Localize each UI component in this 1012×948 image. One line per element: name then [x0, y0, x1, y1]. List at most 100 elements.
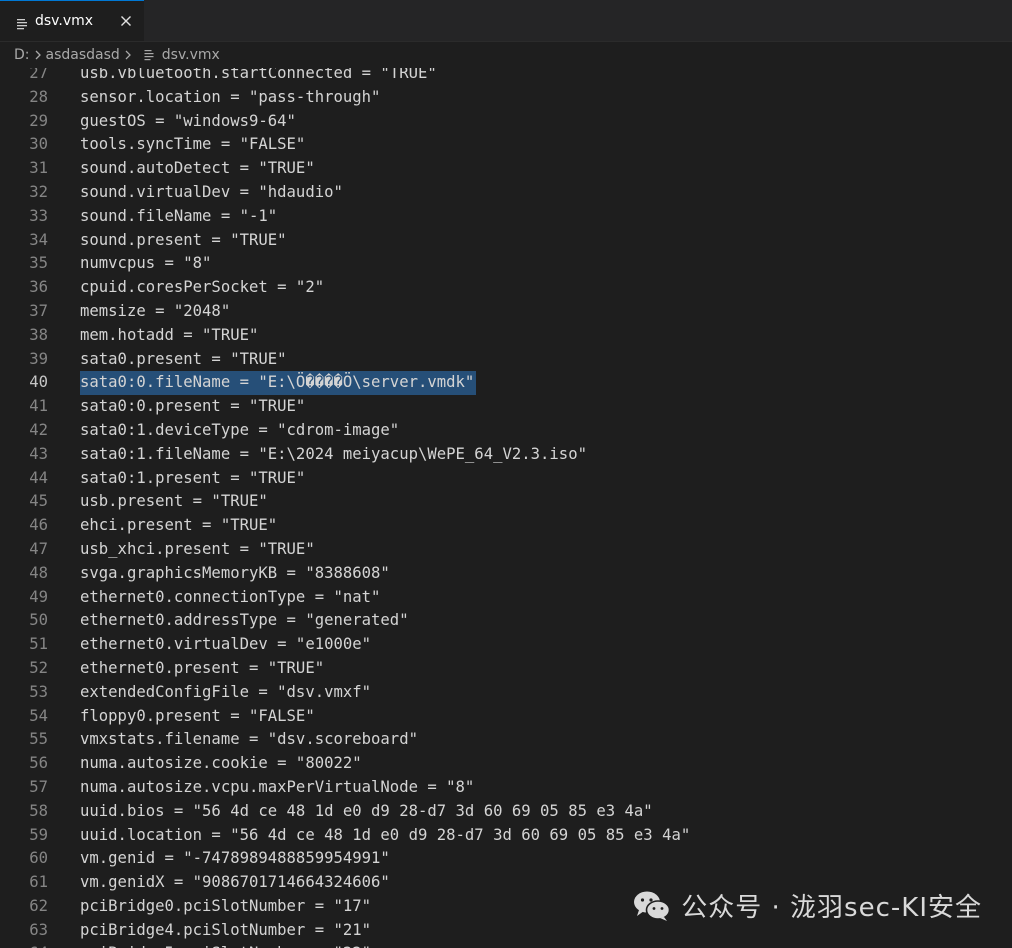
- code-text: sata0.present = "TRUE": [80, 349, 287, 368]
- line-number: 40: [29, 373, 48, 392]
- code-line[interactable]: 30 tools.syncTime = "FALSE": [0, 133, 1012, 157]
- line-number: 28: [29, 87, 48, 106]
- line-number: 51: [29, 635, 48, 654]
- line-number: 49: [29, 587, 48, 606]
- code-line[interactable]: 27 usb.vbluetooth.startConnected = "TRUE": [0, 68, 1012, 86]
- code-text: floppy0.present = "FALSE": [80, 706, 315, 725]
- code-line[interactable]: 50 ethernet0.addressType = "generated": [0, 609, 1012, 633]
- code-line[interactable]: 45 usb.present = "TRUE": [0, 490, 1012, 514]
- code-text: sound.fileName = "-1": [80, 206, 278, 225]
- code-line[interactable]: 41 sata0:0.present = "TRUE": [0, 395, 1012, 419]
- code-line[interactable]: 37 memsize = "2048": [0, 300, 1012, 324]
- code-text: sata0:0.present = "TRUE": [80, 397, 306, 416]
- code-text: sata0:1.present = "TRUE": [80, 468, 306, 487]
- code-text: sound.autoDetect = "TRUE": [80, 159, 315, 178]
- code-text: ehci.present = "TRUE": [80, 516, 278, 535]
- line-number: 43: [29, 444, 48, 463]
- code-text: ethernet0.present = "TRUE": [80, 658, 325, 677]
- code-line[interactable]: 29 guestOS = "windows9-64": [0, 110, 1012, 134]
- code-text: numvcpus = "8": [80, 254, 212, 273]
- code-text: uuid.bios = "56 4d ce 48 1d e0 d9 28-d7 …: [80, 801, 653, 820]
- code-text: pciBridge5.pciSlotNumber = "22": [80, 942, 371, 948]
- code-line[interactable]: 40 sata0:0.fileName = "E:\Ö����Ö\server.v…: [0, 371, 1012, 396]
- line-number: 31: [29, 159, 48, 178]
- code-line[interactable]: 64 pciBridge5.pciSlotNumber = "22": [0, 942, 1012, 948]
- line-number: 61: [29, 873, 48, 892]
- code-line[interactable]: 60 vm.genid = "-7478989488859954991": [0, 847, 1012, 871]
- code-line[interactable]: 46 ehci.present = "TRUE": [0, 514, 1012, 538]
- line-number: 63: [29, 920, 48, 939]
- code-text: mem.hotadd = "TRUE": [80, 325, 259, 344]
- line-number: 42: [29, 420, 48, 439]
- tab-dsv-vmx[interactable]: dsv.vmx: [0, 0, 144, 41]
- code-line[interactable]: 51 ethernet0.virtualDev = "e1000e": [0, 633, 1012, 657]
- code-editor[interactable]: 27 usb.vbluetooth.startConnected = "TRUE"…: [0, 68, 1012, 948]
- code-text: vm.genid = "-7478989488859954991": [80, 849, 390, 868]
- breadcrumb: D: asdasdasd dsv.vmx: [0, 42, 1012, 68]
- code-line[interactable]: 55 vmxstats.filename = "dsv.scoreboard": [0, 728, 1012, 752]
- code-line[interactable]: 58 uuid.bios = "56 4d ce 48 1d e0 d9 28-d…: [0, 800, 1012, 824]
- line-number: 57: [29, 777, 48, 796]
- code-line[interactable]: 57 numa.autosize.vcpu.maxPerVirtualNode =…: [0, 776, 1012, 800]
- line-number: 48: [29, 563, 48, 582]
- code-text: numa.autosize.cookie = "80022": [80, 754, 362, 773]
- line-number: 44: [29, 468, 48, 487]
- code-line[interactable]: 39 sata0.present = "TRUE": [0, 348, 1012, 372]
- breadcrumb-file[interactable]: dsv.vmx: [162, 47, 220, 63]
- line-number: 58: [29, 801, 48, 820]
- code-text: vmxstats.filename = "dsv.scoreboard": [80, 730, 418, 749]
- code-text: vm.genidX = "9086701714664324606": [80, 873, 390, 892]
- line-number: 47: [29, 539, 48, 558]
- line-number: 32: [29, 182, 48, 201]
- line-number: 27: [29, 68, 48, 82]
- code-text: ethernet0.connectionType = "nat": [80, 587, 381, 606]
- code-line[interactable]: 59 uuid.location = "56 4d ce 48 1d e0 d9 …: [0, 824, 1012, 848]
- line-number: 52: [29, 658, 48, 677]
- code-line[interactable]: 31 sound.autoDetect = "TRUE": [0, 157, 1012, 181]
- code-line[interactable]: 28 sensor.location = "pass-through": [0, 86, 1012, 110]
- code-line[interactable]: 36 cpuid.coresPerSocket = "2": [0, 276, 1012, 300]
- code-line[interactable]: 34 sound.present = "TRUE": [0, 229, 1012, 253]
- line-number: 35: [29, 254, 48, 273]
- watermark: 公众号 · 泷羽sec-KI安全: [633, 887, 982, 924]
- code-line[interactable]: 43 sata0:1.fileName = "E:\2024 meiyacup\W…: [0, 443, 1012, 467]
- code-lines: 27 usb.vbluetooth.startConnected = "TRUE"…: [0, 68, 1012, 948]
- code-text: numa.autosize.vcpu.maxPerVirtualNode = "…: [80, 777, 475, 796]
- chevron-right-icon: [124, 49, 132, 61]
- code-line[interactable]: 38 mem.hotadd = "TRUE": [0, 324, 1012, 348]
- code-text: guestOS = "windows9-64": [80, 111, 296, 130]
- code-line[interactable]: 54 floppy0.present = "FALSE": [0, 705, 1012, 729]
- code-line[interactable]: 42 sata0:1.deviceType = "cdrom-image": [0, 419, 1012, 443]
- line-number: 46: [29, 516, 48, 535]
- breadcrumb-folder[interactable]: asdasdasd: [46, 47, 120, 63]
- code-line[interactable]: 33 sound.fileName = "-1": [0, 205, 1012, 229]
- code-line[interactable]: 49 ethernet0.connectionType = "nat": [0, 586, 1012, 610]
- code-text: sound.virtualDev = "hdaudio": [80, 182, 343, 201]
- line-number: 30: [29, 135, 48, 154]
- code-text: sata0:1.deviceType = "cdrom-image": [80, 420, 400, 439]
- code-line[interactable]: 44 sata0:1.present = "TRUE": [0, 467, 1012, 491]
- line-number: 33: [29, 206, 48, 225]
- code-line[interactable]: 52 ethernet0.present = "TRUE": [0, 657, 1012, 681]
- code-text: sata0:1.fileName = "E:\2024 meiyacup\WeP…: [80, 444, 587, 463]
- code-text: uuid.location = "56 4d ce 48 1d e0 d9 28…: [80, 825, 691, 844]
- line-number: 39: [29, 349, 48, 368]
- selected-code-text: sata0:0.fileName = "E:\Ö����Ö\server.vmd…: [80, 371, 477, 396]
- breadcrumb-drive[interactable]: D:: [14, 47, 30, 63]
- code-line[interactable]: 48 svga.graphicsMemoryKB = "8388608": [0, 562, 1012, 586]
- code-text: svga.graphicsMemoryKB = "8388608": [80, 563, 390, 582]
- code-line[interactable]: 56 numa.autosize.cookie = "80022": [0, 752, 1012, 776]
- code-line[interactable]: 35 numvcpus = "8": [0, 252, 1012, 276]
- code-text: pciBridge0.pciSlotNumber = "17": [80, 896, 372, 915]
- tab-bar: dsv.vmx: [0, 0, 1012, 42]
- code-text: ethernet0.virtualDev = "e1000e": [80, 635, 372, 654]
- line-number: 36: [29, 278, 48, 297]
- code-line[interactable]: 47 usb_xhci.present = "TRUE": [0, 538, 1012, 562]
- line-number: 45: [29, 492, 48, 511]
- line-number: 56: [29, 754, 48, 773]
- code-text: sound.present = "TRUE": [80, 230, 287, 249]
- code-line[interactable]: 32 sound.virtualDev = "hdaudio": [0, 181, 1012, 205]
- line-number: 38: [29, 325, 48, 344]
- close-icon[interactable]: [116, 11, 136, 31]
- code-line[interactable]: 53 extendedConfigFile = "dsv.vmxf": [0, 681, 1012, 705]
